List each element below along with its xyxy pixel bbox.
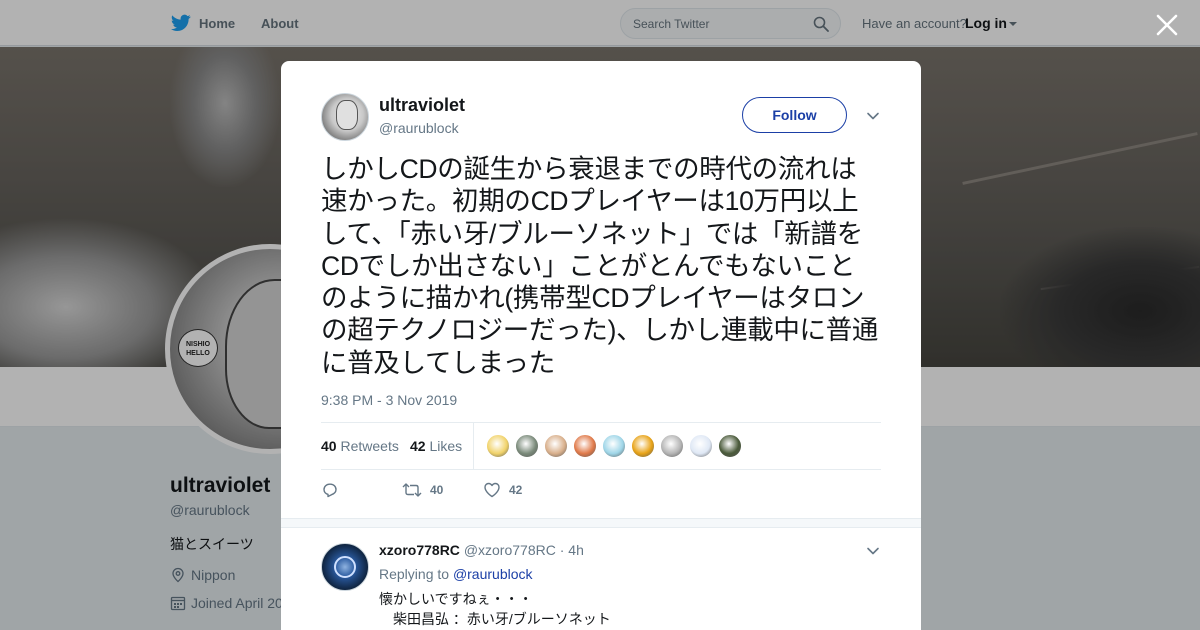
- liker-avatar[interactable]: [544, 434, 568, 458]
- reply-author-handle[interactable]: @xzoro778RC: [464, 542, 556, 558]
- retweets-count: 40: [321, 438, 337, 454]
- tweet-modal: ultraviolet @raurublock Follow しかしCDの誕生か…: [281, 61, 921, 630]
- likes-stat[interactable]: 42 Likes: [410, 438, 462, 454]
- reply-text-line2: 柴田昌弘 ：赤い牙/ブルーソネット: [393, 611, 611, 627]
- retweet-icon: [402, 483, 422, 497]
- retweet-count: 40: [430, 483, 444, 497]
- liker-avatar[interactable]: [689, 434, 713, 458]
- liker-avatars: [486, 434, 742, 458]
- liker-avatar[interactable]: [660, 434, 684, 458]
- like-button[interactable]: 42: [483, 481, 522, 499]
- retweets-stat[interactable]: 40 Retweets: [321, 438, 399, 454]
- retweet-button[interactable]: 40: [402, 481, 443, 499]
- heart-icon: [484, 482, 500, 498]
- tweet-text: しかしCDの誕生から衰退までの時代の流れは速かった。初期のCDプレイヤーは10万…: [321, 154, 879, 378]
- liker-avatar[interactable]: [515, 434, 539, 458]
- reply-text-line1: 懐かしいですねぇ・・・: [379, 591, 533, 607]
- like-count: 42: [509, 483, 523, 497]
- reply-button[interactable]: [321, 481, 339, 499]
- chevron-down-icon[interactable]: [865, 108, 881, 124]
- reply-author-name[interactable]: xzoro778RC: [379, 542, 460, 558]
- reply-avatar[interactable]: [321, 543, 369, 591]
- liker-avatar[interactable]: [718, 434, 742, 458]
- liker-avatar[interactable]: [486, 434, 510, 458]
- likes-count: 42: [410, 438, 426, 454]
- reply-chevron-down-icon[interactable]: [865, 543, 881, 559]
- author-handle[interactable]: @raurublock: [379, 120, 459, 136]
- tweet-actions: 40 42: [321, 481, 881, 503]
- author-avatar[interactable]: [321, 93, 369, 141]
- liker-avatar[interactable]: [573, 434, 597, 458]
- close-icon[interactable]: [1154, 12, 1180, 38]
- reply-icon: [323, 483, 337, 498]
- retweets-label: Retweets: [340, 438, 399, 454]
- liker-avatar[interactable]: [602, 434, 626, 458]
- replying-to-label: Replying to: [379, 566, 450, 582]
- replies-separator: [281, 518, 921, 528]
- reply-time[interactable]: · 4h: [560, 542, 584, 558]
- replying-to-link[interactable]: @raurublock: [453, 566, 533, 582]
- tweet-stats: 40 Retweets 42 Likes: [321, 422, 881, 470]
- tweet-timestamp[interactable]: 9:38 PM - 3 Nov 2019: [321, 392, 457, 408]
- replying-to: Replying to @raurublock: [379, 566, 533, 582]
- reply-header: xzoro778RC @xzoro778RC · 4h: [379, 542, 584, 558]
- author-name[interactable]: ultraviolet: [379, 95, 465, 116]
- stats-divider: [473, 423, 474, 469]
- liker-avatar[interactable]: [631, 434, 655, 458]
- follow-button[interactable]: Follow: [742, 97, 847, 133]
- likes-label: Likes: [429, 438, 463, 454]
